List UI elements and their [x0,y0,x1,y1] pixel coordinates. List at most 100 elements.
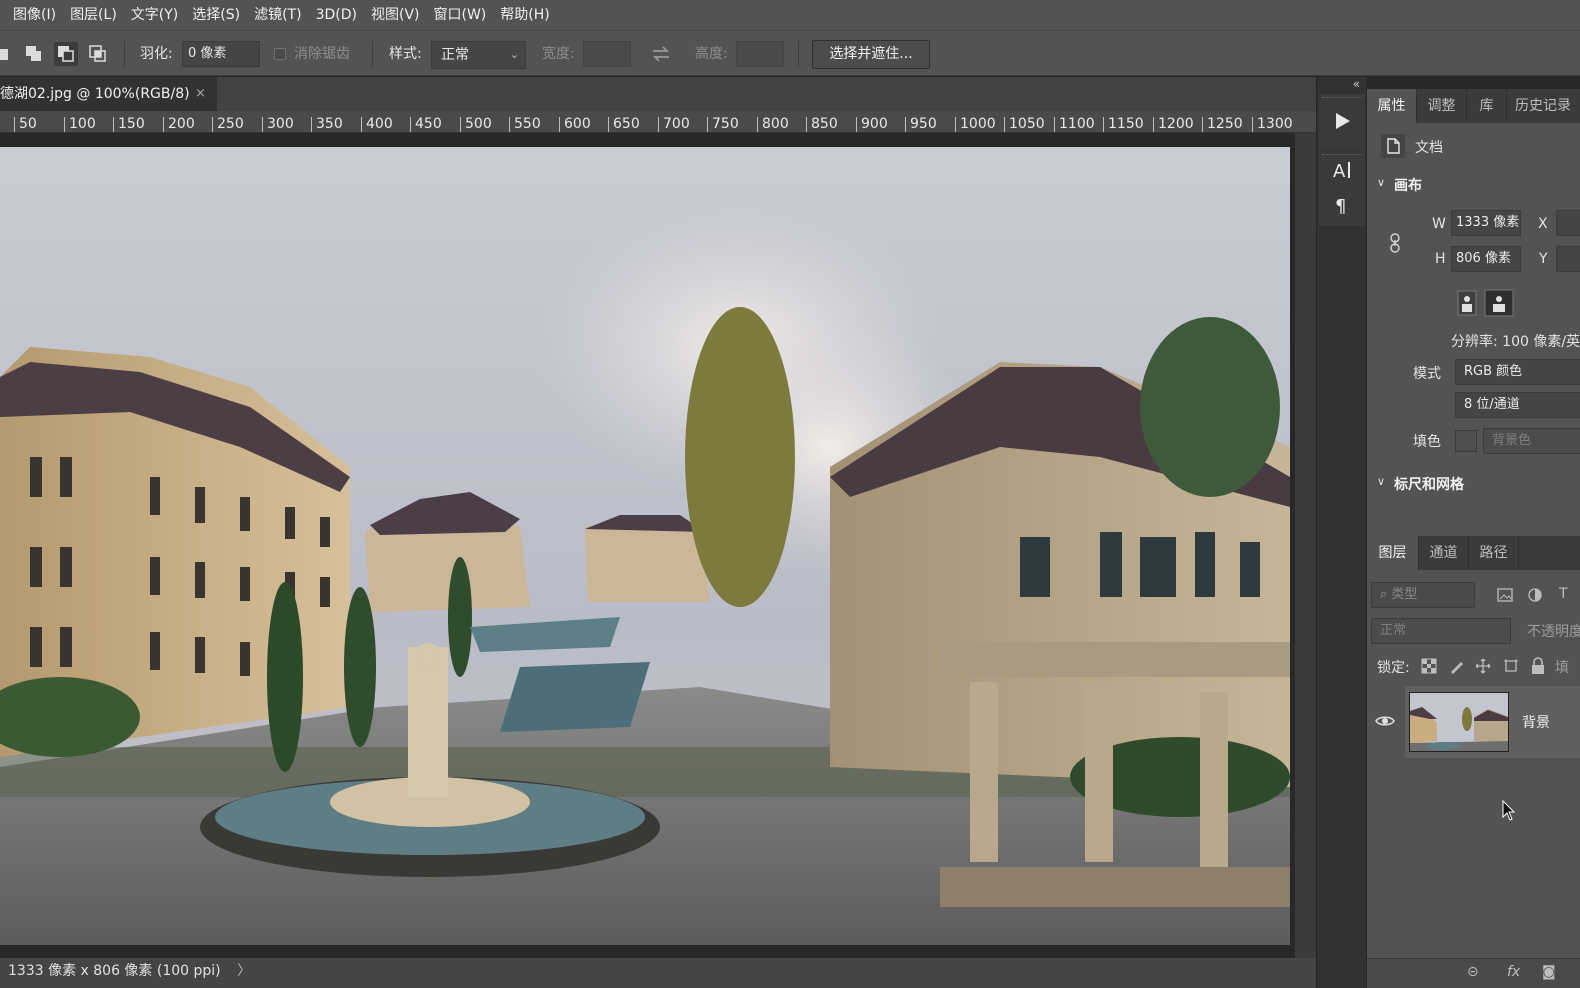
style-select[interactable]: 正常 ⌄ [431,41,526,69]
ruler-tick: 450 [410,117,442,132]
paragraph-icon[interactable]: ¶ [1325,188,1359,222]
menu-type[interactable]: 文字(Y) [124,0,185,30]
style-select-value: 正常 [441,47,469,63]
portrait-orientation-icon[interactable] [1455,290,1479,320]
canvas-section-title[interactable]: 画布 [1394,175,1422,195]
new-selection-icon[interactable] [0,42,16,66]
ruler-tick: 550 [509,117,541,132]
intersect-selection-icon[interactable] [86,42,110,66]
ruler-tick: 50 [14,117,37,132]
ruler-tick: 900 [856,117,888,132]
ruler-tick: 700 [658,117,690,132]
tab-properties[interactable]: 属性 [1367,89,1417,123]
fill-select[interactable]: 背景色 [1483,428,1580,454]
status-menu-arrow-icon[interactable]: 〉 [237,963,251,979]
x-label: X [1538,216,1548,232]
menu-3d[interactable]: 3D(D) [309,0,364,30]
ruler-tick: 850 [806,117,838,132]
width-input[interactable] [583,41,631,67]
canvas-height-input[interactable]: 806 像素 [1451,246,1521,272]
menu-window[interactable]: 窗口(W) [427,0,494,30]
blend-mode-select[interactable]: 正常 [1371,618,1511,644]
adjustment-filter-icon[interactable] [1527,587,1543,607]
document-icon [1381,134,1405,162]
lock-transparent-pixels-icon[interactable] [1421,658,1437,678]
menu-help[interactable]: 帮助(H) [493,0,556,30]
layer-name: 背景 [1522,715,1550,731]
divider [124,41,125,67]
menu-image[interactable]: 图像(I) [0,0,63,30]
w-label: W [1432,216,1446,232]
color-mode-select[interactable]: RGB 颜色 [1455,359,1580,385]
subtract-from-selection-icon[interactable] [54,42,78,66]
layer-filter-select[interactable]: ⌕ 类型 [1371,582,1475,608]
chevron-down-icon[interactable]: ∨ [1377,176,1385,189]
canvas-y-input[interactable] [1556,246,1580,272]
search-icon: ⌕ [1380,587,1388,602]
select-and-mask-button[interactable]: 选择并遮住... [812,40,930,69]
document-tab-title: 兰德湖02.jpg @ 100%(RGB/8) [0,86,190,102]
layer-row-background[interactable]: 背景 [1367,686,1580,758]
lock-image-pixels-icon[interactable] [1449,658,1465,678]
ruler-tick: 300 [262,117,294,132]
ruler-tick: 1200 [1153,117,1194,132]
link-icon[interactable] [1387,231,1403,259]
fill-color-swatch[interactable] [1455,430,1477,452]
menu-bar: 图像(I) 图层(L) 文字(Y) 选择(S) 滤镜(T) 3D(D) 视图(V… [0,0,1580,30]
svg-text:A: A [1333,161,1346,182]
landscape-orientation-icon[interactable] [1484,289,1514,321]
height-input[interactable] [736,41,784,67]
antialias-checkbox[interactable] [274,48,286,60]
grip-handle[interactable] [1322,97,1362,101]
close-icon[interactable]: × [195,77,206,111]
ruler-tick: 950 [905,117,937,132]
mode-label: 模式 [1413,366,1441,382]
canvas-width-input[interactable]: 1333 像素 [1451,210,1521,236]
ruler-tick: 500 [460,117,492,132]
h-label: H [1435,251,1446,267]
divider [798,41,799,67]
eye-icon[interactable] [1375,713,1395,729]
type-filter-icon[interactable]: T [1559,586,1568,602]
menu-filter[interactable]: 滤镜(T) [247,0,308,30]
bit-depth-select[interactable]: 8 位/通道 [1455,392,1580,418]
image-filter-icon[interactable] [1497,588,1513,606]
panel-dock-strip: « A ¶ [1316,77,1366,988]
menu-layer[interactable]: 图层(L) [63,0,124,30]
chevron-down-icon[interactable]: ∨ [1377,475,1385,488]
layers-panel-footer: ⊝ fx ◙ [1367,958,1580,988]
tab-layers[interactable]: 图层 [1367,536,1419,570]
menu-view[interactable]: 视图(V) [364,0,427,30]
feather-input[interactable]: 0 像素 [182,41,260,67]
add-to-selection-icon[interactable] [22,42,46,66]
swap-icon[interactable] [650,44,672,68]
document-tab[interactable]: 兰德湖02.jpg @ 100%(RGB/8) × [0,77,217,111]
lock-artboard-icon[interactable] [1503,658,1519,678]
document-tab-strip: 兰德湖02.jpg @ 100%(RGB/8) × [0,77,1316,111]
collapse-panels-icon[interactable]: « [1353,77,1360,91]
tab-paths[interactable]: 路径 [1469,536,1519,570]
lock-position-icon[interactable] [1475,658,1491,678]
vertical-scrollbar[interactable] [1295,133,1316,958]
tab-adjustments[interactable]: 调整 [1417,89,1467,123]
resolution-text: 分辨率: 100 像素/英寸 [1451,334,1580,350]
rulers-grids-section-title[interactable]: 标尺和网格 [1394,474,1464,494]
ruler-tick: 800 [757,117,789,132]
canvas-x-input[interactable] [1556,210,1580,236]
link-layers-icon[interactable]: ⊝ [1467,964,1479,980]
lock-all-icon[interactable] [1530,657,1546,679]
y-label: Y [1539,251,1548,267]
play-icon[interactable] [1325,104,1359,138]
properties-panel: 属性 调整 库 历史记录 文档 ∨ 画布 W 1333 像素 X H 806 像… [1367,89,1580,536]
horizontal-ruler: 50 100 150 200 250 300 350 400 450 500 5… [0,111,1316,133]
layer-filter-text: 类型 [1391,587,1418,602]
character-icon[interactable]: A [1325,153,1359,187]
document-label: 文档 [1415,140,1443,156]
menu-select[interactable]: 选择(S) [185,0,247,30]
layer-style-icon[interactable]: fx [1507,964,1520,980]
tab-channels[interactable]: 通道 [1419,536,1469,570]
add-mask-icon[interactable]: ◙ [1542,964,1556,980]
tab-libraries[interactable]: 库 [1467,89,1507,123]
tab-history[interactable]: 历史记录 [1515,89,1580,123]
document-image[interactable] [0,147,1290,945]
